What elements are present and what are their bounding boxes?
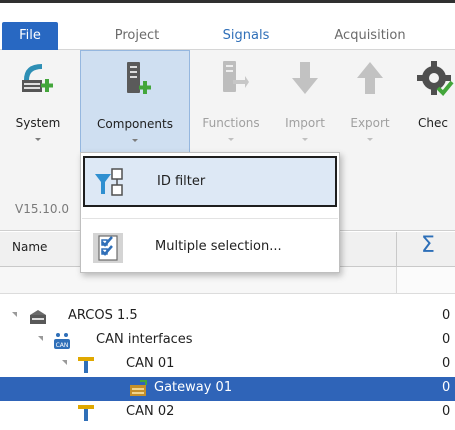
filter-cell-sum[interactable] bbox=[396, 267, 455, 293]
functions-button-label: Functions bbox=[202, 116, 260, 130]
tree-row-value: 0 bbox=[442, 308, 451, 323]
import-button[interactable]: Import bbox=[277, 50, 333, 158]
sum-icon: Σ bbox=[421, 233, 435, 258]
export-button[interactable]: Export bbox=[340, 50, 400, 158]
system-button-label: System bbox=[15, 116, 61, 130]
tree-row-value: 0 bbox=[442, 332, 451, 347]
tree-row-label: CAN interfaces bbox=[96, 332, 193, 347]
system-button[interactable]: System bbox=[4, 50, 72, 158]
gateway-icon bbox=[128, 379, 148, 399]
menu-item-multiple-selection[interactable]: Multiple selection... bbox=[83, 223, 337, 274]
components-button-label: Components bbox=[97, 117, 173, 131]
multiple-selection-icon bbox=[91, 231, 125, 265]
check-gear-icon bbox=[414, 58, 454, 98]
import-arrow-icon bbox=[285, 58, 325, 98]
column-header-name[interactable]: Name bbox=[12, 240, 47, 254]
can-bus-icon bbox=[76, 403, 96, 423]
components-dropdown-menu: ID filter Multiple selection... bbox=[80, 152, 340, 273]
chevron-down-icon bbox=[302, 138, 308, 141]
tree-row-label: CAN 02 bbox=[126, 404, 175, 419]
export-button-label: Export bbox=[350, 116, 390, 130]
tab-project[interactable]: Project bbox=[92, 22, 182, 50]
check-button[interactable]: Chec bbox=[408, 50, 455, 158]
chevron-down-icon bbox=[367, 138, 373, 141]
menu-item-label: Multiple selection... bbox=[155, 239, 282, 254]
tree-row-arcos[interactable]: ARCOS 1.5 0 bbox=[0, 305, 455, 329]
expand-arrow-icon[interactable] bbox=[12, 312, 17, 317]
tree-row-gateway01[interactable]: Gateway 01 0 bbox=[0, 377, 455, 401]
tree-row-can-interfaces[interactable]: CAN CAN interfaces 0 bbox=[0, 329, 455, 353]
svg-text:CAN: CAN bbox=[56, 342, 69, 349]
chevron-down-icon bbox=[132, 139, 138, 142]
tree-row-value: 0 bbox=[442, 404, 451, 419]
expand-arrow-icon[interactable] bbox=[62, 360, 67, 365]
tree-row-label: ARCOS 1.5 bbox=[68, 308, 138, 323]
components-add-icon bbox=[115, 59, 155, 99]
tree-row-value: 0 bbox=[442, 356, 451, 371]
menu-separator bbox=[82, 218, 338, 219]
import-button-label: Import bbox=[285, 116, 325, 130]
chevron-down-icon bbox=[35, 138, 41, 141]
version-label: V15.10.0 bbox=[15, 202, 70, 216]
export-arrow-icon bbox=[350, 58, 390, 98]
functions-button[interactable]: Functions bbox=[194, 50, 268, 158]
can-icon: CAN bbox=[52, 331, 72, 351]
can-bus-icon bbox=[76, 355, 96, 375]
menu-item-label: ID filter bbox=[157, 174, 206, 189]
device-icon bbox=[28, 307, 48, 327]
chevron-down-icon bbox=[228, 138, 234, 141]
menu-item-id-filter[interactable]: ID filter bbox=[83, 156, 337, 207]
tree-row-value: 0 bbox=[442, 380, 451, 395]
expand-arrow-icon[interactable] bbox=[38, 336, 43, 341]
check-button-label: Chec bbox=[418, 116, 448, 130]
menu-tab-bar: File Project Signals Acquisition bbox=[0, 3, 455, 50]
system-add-icon bbox=[18, 58, 58, 98]
tree-row-label: CAN 01 bbox=[126, 356, 175, 371]
tree-row-can02[interactable]: CAN 02 0 bbox=[0, 401, 455, 425]
tab-file[interactable]: File bbox=[2, 22, 58, 50]
tab-acquisition[interactable]: Acquisition bbox=[315, 22, 425, 50]
column-header-sum[interactable]: Σ bbox=[396, 232, 455, 266]
tree-row-label: Gateway 01 bbox=[154, 380, 233, 395]
tree-row-can01[interactable]: CAN 01 0 bbox=[0, 353, 455, 377]
id-filter-icon bbox=[93, 166, 127, 200]
tab-signals[interactable]: Signals bbox=[206, 22, 286, 50]
functions-icon bbox=[211, 58, 251, 98]
components-button[interactable]: Components bbox=[80, 50, 190, 158]
